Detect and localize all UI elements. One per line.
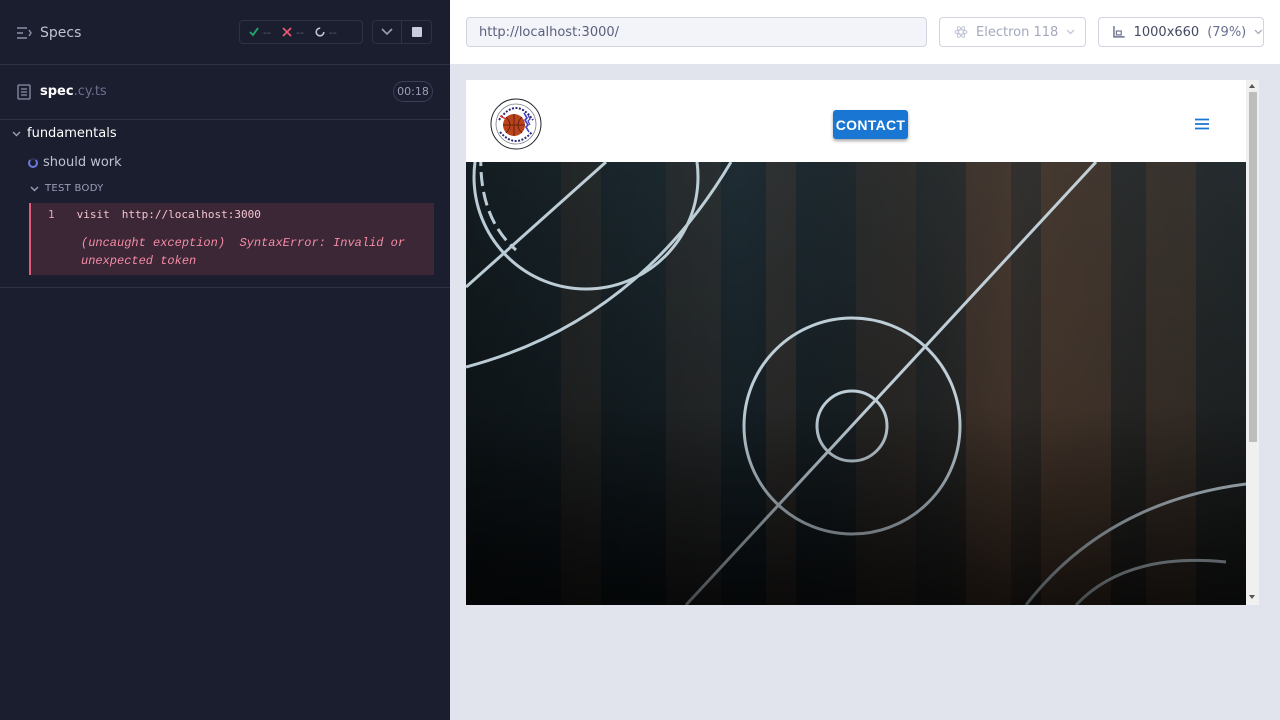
failed-stat: -- (282, 26, 304, 39)
test-body-toggle[interactable]: TEST BODY (30, 183, 104, 194)
chevron-down-icon (1066, 29, 1075, 35)
aut-panel: http://localhost:3000/ Electron 118 1000… (450, 0, 1280, 720)
spec-file-row: spec.cy.ts 00:18 (0, 65, 450, 120)
viewport-selector[interactable]: 1000x660 (79%) (1098, 17, 1264, 47)
spec-ext: .cy.ts (73, 84, 107, 99)
spec-title: spec.cy.ts (40, 84, 107, 99)
suite-title: fundamentals (27, 126, 117, 141)
x-icon (282, 27, 292, 37)
iframe-scrollbar[interactable] (1246, 80, 1259, 605)
hamburger-icon[interactable] (1192, 116, 1212, 132)
failed-count: -- (295, 25, 304, 39)
stop-icon (411, 27, 422, 37)
contact-button[interactable]: CONTACT (833, 110, 908, 139)
browser-label: Electron 118 (976, 24, 1059, 40)
scroll-up-icon[interactable] (1249, 84, 1255, 88)
spec-name: spec (40, 84, 74, 99)
club-logo[interactable] (490, 98, 542, 150)
browser-selector[interactable]: Electron 118 (939, 17, 1086, 47)
url-bar[interactable]: http://localhost:3000/ (466, 17, 927, 47)
scrollbar-thumb[interactable] (1249, 92, 1257, 442)
viewport-icon (1113, 26, 1125, 38)
passed-stat: -- (249, 26, 271, 39)
command-arg: http://localhost:3000 (121, 208, 261, 221)
expand-button[interactable] (372, 20, 402, 44)
test-should-work[interactable]: should work (28, 155, 122, 170)
specs-list-icon (17, 27, 32, 39)
command-number: 1 (48, 208, 55, 221)
command-name: visit (76, 208, 110, 221)
check-icon (249, 27, 259, 37)
running-spinner-icon (28, 157, 38, 168)
spec-duration: 00:18 (393, 81, 433, 102)
hero-court-image (466, 162, 1246, 605)
spinner-icon (315, 27, 325, 37)
file-icon (17, 84, 31, 100)
aut-iframe: CONTACT (466, 80, 1259, 605)
specs-label: Specs (40, 25, 82, 41)
test-body-label: TEST BODY (45, 183, 104, 194)
pending-count: -- (328, 25, 337, 39)
aut-header: http://localhost:3000/ Electron 118 1000… (450, 0, 1280, 64)
chevron-down-icon (12, 131, 21, 136)
electron-icon (954, 26, 968, 38)
stop-button[interactable] (402, 20, 432, 44)
error-prefix: (uncaught exception) (81, 236, 226, 250)
chevron-down-icon (381, 28, 393, 36)
pending-stat: -- (315, 26, 337, 39)
test-title: should work (43, 155, 122, 170)
command-line: 1 visit http://localhost:3000 (48, 208, 261, 221)
suite-fundamentals[interactable]: fundamentals (12, 126, 117, 141)
reporter-header: Specs -- -- -- (0, 0, 450, 65)
test-tree: fundamentals should work TEST BODY 1 vis… (0, 120, 450, 288)
reporter-panel: Specs -- -- -- spec.cy.ts 00:18 fundamen… (0, 0, 450, 720)
specs-button[interactable]: Specs (16, 22, 81, 44)
site-header: CONTACT (466, 80, 1246, 162)
scroll-down-icon[interactable] (1249, 595, 1255, 599)
run-stats: -- -- -- (239, 20, 363, 44)
command-error: (uncaught exception) SyntaxError: Invali… (81, 234, 421, 270)
command-visit[interactable]: 1 visit http://localhost:3000 (uncaught … (29, 203, 434, 275)
chevron-down-icon (1254, 29, 1263, 35)
viewport-size: 1000x660 (1133, 24, 1200, 40)
passed-count: -- (263, 25, 271, 39)
viewport-scale: (79%) (1207, 24, 1247, 40)
chevron-down-icon (30, 186, 39, 191)
